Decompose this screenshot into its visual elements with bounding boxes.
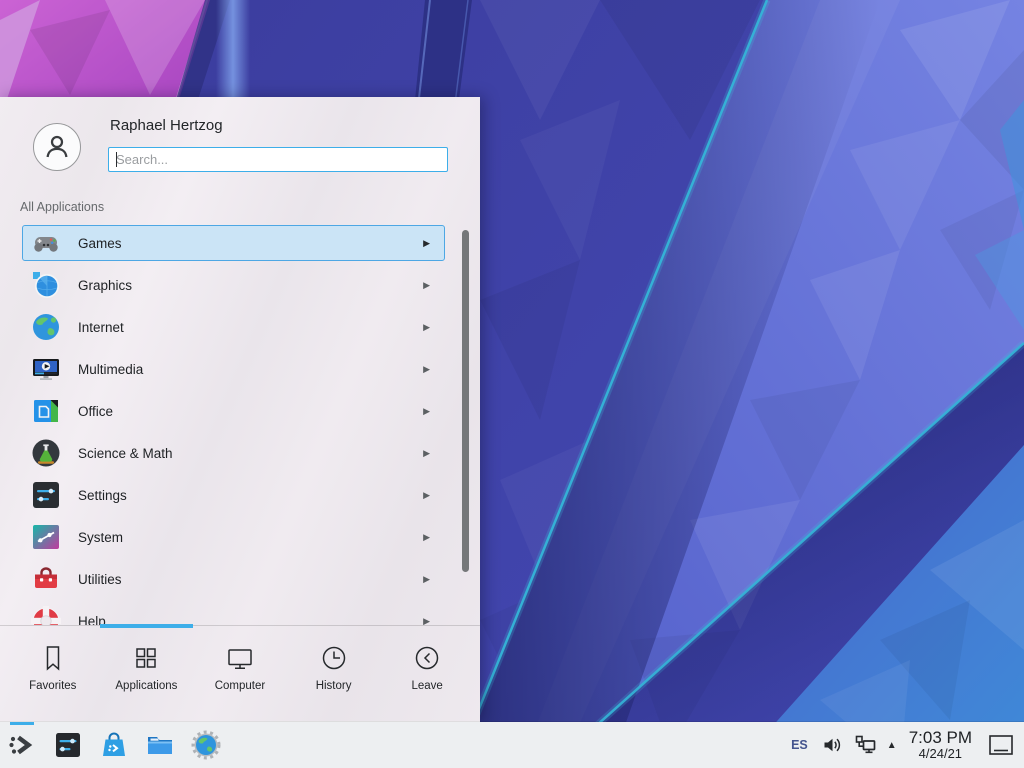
active-app-indicator	[10, 722, 34, 725]
user-name: Raphael Hertzog	[110, 117, 223, 134]
category-multimedia[interactable]: Multimedia ▶	[22, 351, 445, 387]
submenu-arrow-icon: ▶	[423, 490, 430, 501]
web-browser-globe-icon	[190, 729, 222, 761]
scrollbar-handle[interactable]	[462, 230, 469, 572]
tabbar-separator	[0, 625, 480, 626]
sliders-icon	[30, 479, 62, 511]
category-label: Multimedia	[78, 362, 423, 377]
show-desktop-icon	[988, 733, 1014, 757]
file-manager-folder-icon	[144, 729, 176, 761]
keyboard-layout-indicator[interactable]: ES	[791, 738, 808, 752]
application-launcher-menu: Raphael Hertzog All Applications Games ▶…	[0, 97, 480, 722]
text-caret	[116, 152, 117, 167]
category-utilities[interactable]: Utilities ▶	[22, 561, 445, 597]
taskbar-system-settings-button[interactable]	[48, 722, 88, 768]
app-launcher-icon	[6, 729, 38, 761]
computer-icon	[225, 643, 255, 673]
volume-icon[interactable]	[821, 734, 843, 756]
submenu-arrow-icon: ▶	[423, 616, 430, 626]
system-sliders-icon	[30, 521, 62, 553]
category-label: System	[78, 530, 423, 545]
tab-history[interactable]: History	[287, 631, 381, 722]
taskbar-app-icons	[0, 722, 232, 768]
media-player-icon	[30, 353, 62, 385]
globe-icon	[30, 311, 62, 343]
show-desktop-button[interactable]	[988, 733, 1014, 757]
submenu-arrow-icon: ▶	[423, 364, 430, 375]
submenu-arrow-icon: ▶	[423, 532, 430, 543]
digital-clock[interactable]: 7:03 PM 4/24/21	[909, 729, 972, 761]
tab-label: Computer	[215, 680, 266, 692]
taskbar-discover-button[interactable]	[94, 722, 134, 768]
taskbar-panel: ES ▲ 7:03 PM 4/24/21	[0, 722, 1024, 768]
category-settings[interactable]: Settings ▶	[22, 477, 445, 513]
section-label: All Applications	[20, 200, 104, 214]
graphics-sphere-icon	[30, 269, 62, 301]
toolbox-icon	[30, 563, 62, 595]
category-label: Office	[78, 404, 423, 419]
bookmark-icon	[38, 643, 68, 673]
search-input[interactable]	[108, 147, 448, 172]
system-settings-icon	[52, 729, 84, 761]
category-internet[interactable]: Internet ▶	[22, 309, 445, 345]
tab-label: Favorites	[29, 680, 76, 692]
launcher-header: Raphael Hertzog	[0, 97, 480, 185]
taskbar-web-browser-button[interactable]	[186, 722, 226, 768]
category-label: Games	[78, 236, 423, 251]
tab-label: History	[316, 680, 352, 692]
submenu-arrow-icon: ▶	[423, 406, 430, 417]
leave-icon	[412, 643, 442, 673]
category-office[interactable]: Office ▶	[22, 393, 445, 429]
taskbar-launcher-button[interactable]	[2, 722, 42, 768]
category-science-math[interactable]: Science & Math ▶	[22, 435, 445, 471]
taskbar-file-manager-button[interactable]	[140, 722, 180, 768]
submenu-arrow-icon: ▶	[423, 322, 430, 333]
lifebuoy-icon	[30, 605, 62, 625]
user-avatar[interactable]	[33, 123, 81, 171]
submenu-arrow-icon: ▶	[423, 574, 430, 585]
clock-time: 7:03 PM	[909, 729, 972, 747]
category-help[interactable]: Help ▶	[22, 603, 445, 625]
user-icon	[42, 132, 72, 162]
category-system[interactable]: System ▶	[22, 519, 445, 555]
documents-icon	[30, 395, 62, 427]
tab-label: Applications	[115, 680, 177, 692]
category-label: Utilities	[78, 572, 423, 587]
tray-expand-icon[interactable]: ▲	[887, 740, 897, 751]
category-label: Graphics	[78, 278, 423, 293]
submenu-arrow-icon: ▶	[423, 280, 430, 291]
network-icon[interactable]	[854, 734, 876, 756]
flask-icon	[30, 437, 62, 469]
category-graphics[interactable]: Graphics ▶	[22, 267, 445, 303]
launcher-tabbar: Favorites Applications Computer History …	[6, 631, 474, 722]
history-clock-icon	[319, 643, 349, 673]
tab-leave[interactable]: Leave	[380, 631, 474, 722]
app-category-list: Games ▶ Graphics ▶ Internet ▶ Multimedia…	[0, 225, 480, 625]
clock-date: 4/24/21	[909, 747, 972, 761]
category-label: Internet	[78, 320, 423, 335]
category-label: Settings	[78, 488, 423, 503]
tab-computer[interactable]: Computer	[193, 631, 287, 722]
discover-software-center-icon	[98, 729, 130, 761]
submenu-arrow-icon: ▶	[423, 238, 430, 249]
gamepad-icon	[30, 227, 62, 259]
tab-applications[interactable]: Applications	[100, 631, 194, 722]
system-tray: ES ▲ 7:03 PM 4/24/21	[791, 722, 1024, 768]
category-games[interactable]: Games ▶	[22, 225, 445, 261]
app-grid-icon	[131, 643, 161, 673]
tab-favorites[interactable]: Favorites	[6, 631, 100, 722]
tab-label: Leave	[412, 680, 443, 692]
submenu-arrow-icon: ▶	[423, 448, 430, 459]
category-label: Science & Math	[78, 446, 423, 461]
active-tab-indicator	[100, 624, 193, 628]
